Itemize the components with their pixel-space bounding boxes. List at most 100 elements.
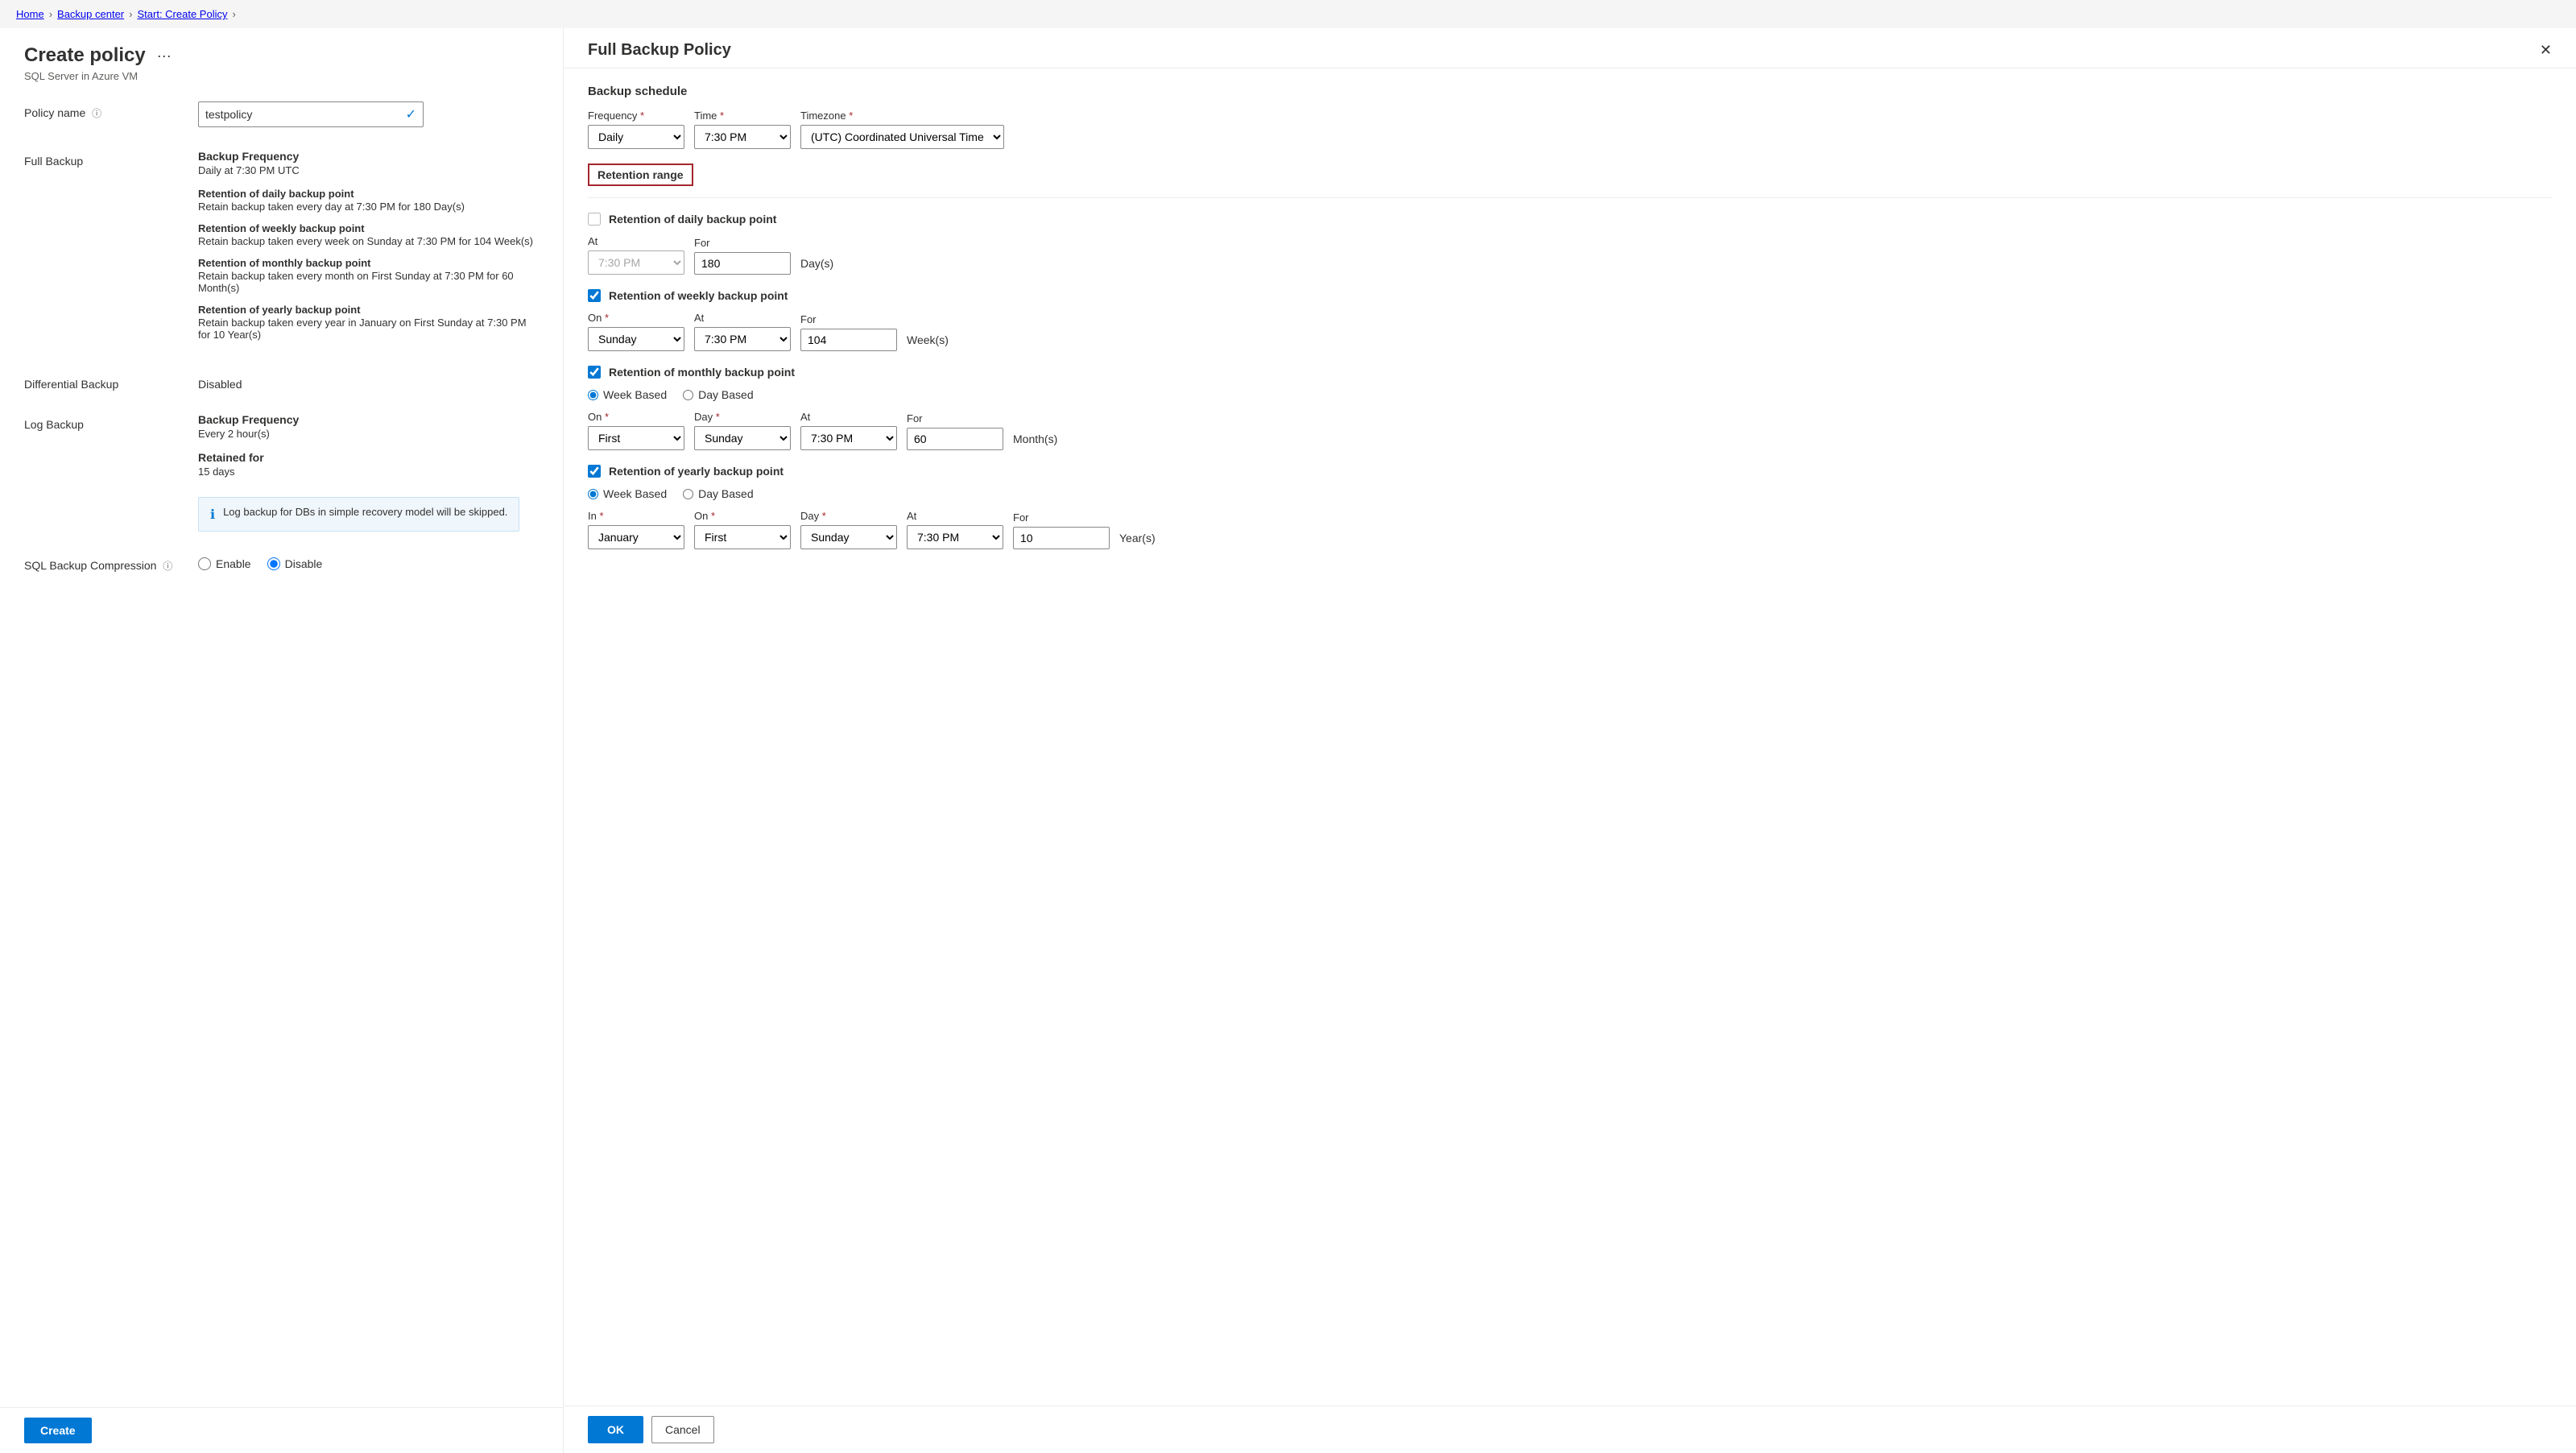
yearly-at-select[interactable]: 7:30 PM	[907, 525, 1003, 549]
retention-monthly-title: Retention of monthly backup point	[198, 257, 539, 269]
enable-option[interactable]: Enable	[198, 557, 251, 570]
yearly-in-select[interactable]: January February March April May June Ju…	[588, 525, 684, 549]
frequency-label: Frequency *	[588, 110, 684, 122]
log-backup-row: Log Backup Backup Frequency Every 2 hour…	[24, 413, 539, 532]
log-freq-value: Every 2 hour(s)	[198, 428, 519, 440]
weekly-retention-section: Retention of weekly backup point On * Su…	[588, 289, 2552, 351]
retention-divider	[588, 197, 2552, 198]
timezone-label: Timezone *	[800, 110, 1004, 122]
info-text: Log backup for DBs in simple recovery mo…	[223, 506, 507, 518]
yearly-day-field: Day * Sunday Monday Tuesday Wednesday Th…	[800, 510, 897, 549]
right-bottom-bar: OK Cancel	[564, 1405, 2576, 1453]
monthly-on-select[interactable]: First Second Third Fourth Last	[588, 426, 684, 450]
info-icon: ℹ	[210, 507, 215, 523]
frequency-select[interactable]: Daily Weekly	[588, 125, 684, 149]
yearly-day-based-radio[interactable]	[683, 489, 693, 499]
yearly-day-based-option[interactable]: Day Based	[683, 487, 753, 500]
monthly-unit: Month(s)	[1013, 433, 1057, 450]
daily-at-select[interactable]: 7:30 PM	[588, 250, 684, 275]
retention-daily-item: Retention of daily backup point Retain b…	[198, 188, 539, 213]
backup-frequency-value: Daily at 7:30 PM UTC	[198, 164, 539, 176]
monthly-week-based-option[interactable]: Week Based	[588, 388, 667, 401]
breadcrumb-create-policy[interactable]: Start: Create Policy	[137, 8, 227, 20]
full-backup-row: Full Backup Backup Frequency Daily at 7:…	[24, 150, 539, 350]
daily-retention-section: Retention of daily backup point At 7:30 …	[588, 213, 2552, 275]
yearly-week-based-radio[interactable]	[588, 489, 598, 499]
weekly-unit: Week(s)	[907, 333, 949, 351]
monthly-day-label: Day *	[694, 411, 791, 423]
daily-retention-header: Retention of daily backup point	[588, 213, 2552, 226]
weekly-at-field: At 7:30 PM	[694, 312, 791, 351]
timezone-field: Timezone * (UTC) Coordinated Universal T…	[800, 110, 1004, 149]
weekly-for-field: For	[800, 313, 897, 351]
log-backup-info: Backup Frequency Every 2 hour(s) Retaine…	[198, 413, 519, 532]
daily-for-input[interactable]	[694, 252, 791, 275]
close-button[interactable]: ✕	[2540, 42, 2552, 59]
monthly-day-field: Day * Sunday Monday Tuesday Wednesday Th…	[694, 411, 791, 450]
enable-radio[interactable]	[198, 557, 211, 570]
weekly-at-label: At	[694, 312, 791, 324]
yearly-radio-options: Week Based Day Based	[588, 487, 2552, 500]
monthly-day-select[interactable]: Sunday Monday Tuesday Wednesday Thursday…	[694, 426, 791, 450]
weekly-for-label: For	[800, 313, 897, 325]
left-panel: Create policy ··· SQL Server in Azure VM…	[0, 28, 564, 1453]
time-select[interactable]: 7:30 PM	[694, 125, 791, 149]
monthly-retention-header: Retention of monthly backup point	[588, 366, 2552, 379]
monthly-day-based-option[interactable]: Day Based	[683, 388, 753, 401]
policy-name-label: Policy name ⓘ	[24, 101, 185, 120]
policy-name-row: Policy name ⓘ testpolicy ✓	[24, 101, 539, 127]
breadcrumb-home[interactable]: Home	[16, 8, 44, 20]
monthly-week-based-radio[interactable]	[588, 390, 598, 400]
weekly-checkbox[interactable]	[588, 289, 601, 302]
ellipsis-button[interactable]: ···	[152, 46, 176, 66]
full-backup-label: Full Backup	[24, 150, 185, 168]
weekly-retention-title: Retention of weekly backup point	[609, 289, 788, 302]
monthly-checkbox[interactable]	[588, 366, 601, 379]
daily-retention-title: Retention of daily backup point	[609, 213, 776, 226]
disable-option[interactable]: Disable	[267, 557, 323, 570]
page-title: Create policy	[24, 44, 146, 67]
policy-name-info-icon: ⓘ	[92, 108, 101, 119]
monthly-for-input[interactable]	[907, 428, 1003, 450]
breadcrumb-backup-center[interactable]: Backup center	[57, 8, 124, 20]
retention-yearly-title: Retention of yearly backup point	[198, 304, 539, 316]
monthly-day-based-radio[interactable]	[683, 390, 693, 400]
yearly-unit: Year(s)	[1119, 532, 1156, 549]
schedule-fields: Frequency * Daily Weekly Time * 7:30 PM	[588, 110, 2552, 149]
daily-fields: At 7:30 PM For Day(s)	[588, 235, 2552, 275]
yearly-for-label: For	[1013, 511, 1110, 524]
yearly-retention-title: Retention of yearly backup point	[609, 465, 784, 478]
monthly-fields: On * First Second Third Fourth Last	[588, 411, 2552, 450]
log-freq-title: Backup Frequency	[198, 413, 519, 426]
disable-radio[interactable]	[267, 557, 280, 570]
yearly-retention-section: Retention of yearly backup point Week Ba…	[588, 465, 2552, 549]
yearly-fields: In * January February March April May Ju…	[588, 510, 2552, 549]
timezone-select[interactable]: (UTC) Coordinated Universal Time	[800, 125, 1004, 149]
yearly-for-input[interactable]	[1013, 527, 1110, 549]
compression-label: SQL Backup Compression ⓘ	[24, 554, 185, 573]
yearly-day-select[interactable]: Sunday Monday Tuesday Wednesday Thursday…	[800, 525, 897, 549]
yearly-week-based-option[interactable]: Week Based	[588, 487, 667, 500]
monthly-at-field: At 7:30 PM	[800, 411, 897, 450]
compression-options: Enable Disable	[198, 554, 322, 570]
policy-name-input[interactable]: testpolicy ✓	[198, 101, 424, 127]
daily-at-field: At 7:30 PM	[588, 235, 684, 275]
monthly-at-label: At	[800, 411, 897, 423]
retention-monthly-item: Retention of monthly backup point Retain…	[198, 257, 539, 294]
ok-button[interactable]: OK	[588, 1416, 643, 1443]
yearly-checkbox[interactable]	[588, 465, 601, 478]
weekly-for-input[interactable]	[800, 329, 897, 351]
create-button[interactable]: Create	[24, 1418, 92, 1443]
weekly-on-select[interactable]: Sunday Monday Tuesday Wednesday Thursday…	[588, 327, 684, 351]
daily-checkbox[interactable]	[588, 213, 601, 226]
weekly-retention-header: Retention of weekly backup point	[588, 289, 2552, 302]
yearly-at-field: At 7:30 PM	[907, 510, 1003, 549]
monthly-radio-options: Week Based Day Based	[588, 388, 2552, 401]
retention-range-label: Retention range	[588, 164, 693, 186]
weekly-at-select[interactable]: 7:30 PM	[694, 327, 791, 351]
yearly-on-select[interactable]: First Second Third Fourth Last	[694, 525, 791, 549]
cancel-button[interactable]: Cancel	[651, 1416, 714, 1443]
right-header: Full Backup Policy ✕	[564, 28, 2576, 68]
time-field: Time * 7:30 PM	[694, 110, 791, 149]
monthly-at-select[interactable]: 7:30 PM	[800, 426, 897, 450]
